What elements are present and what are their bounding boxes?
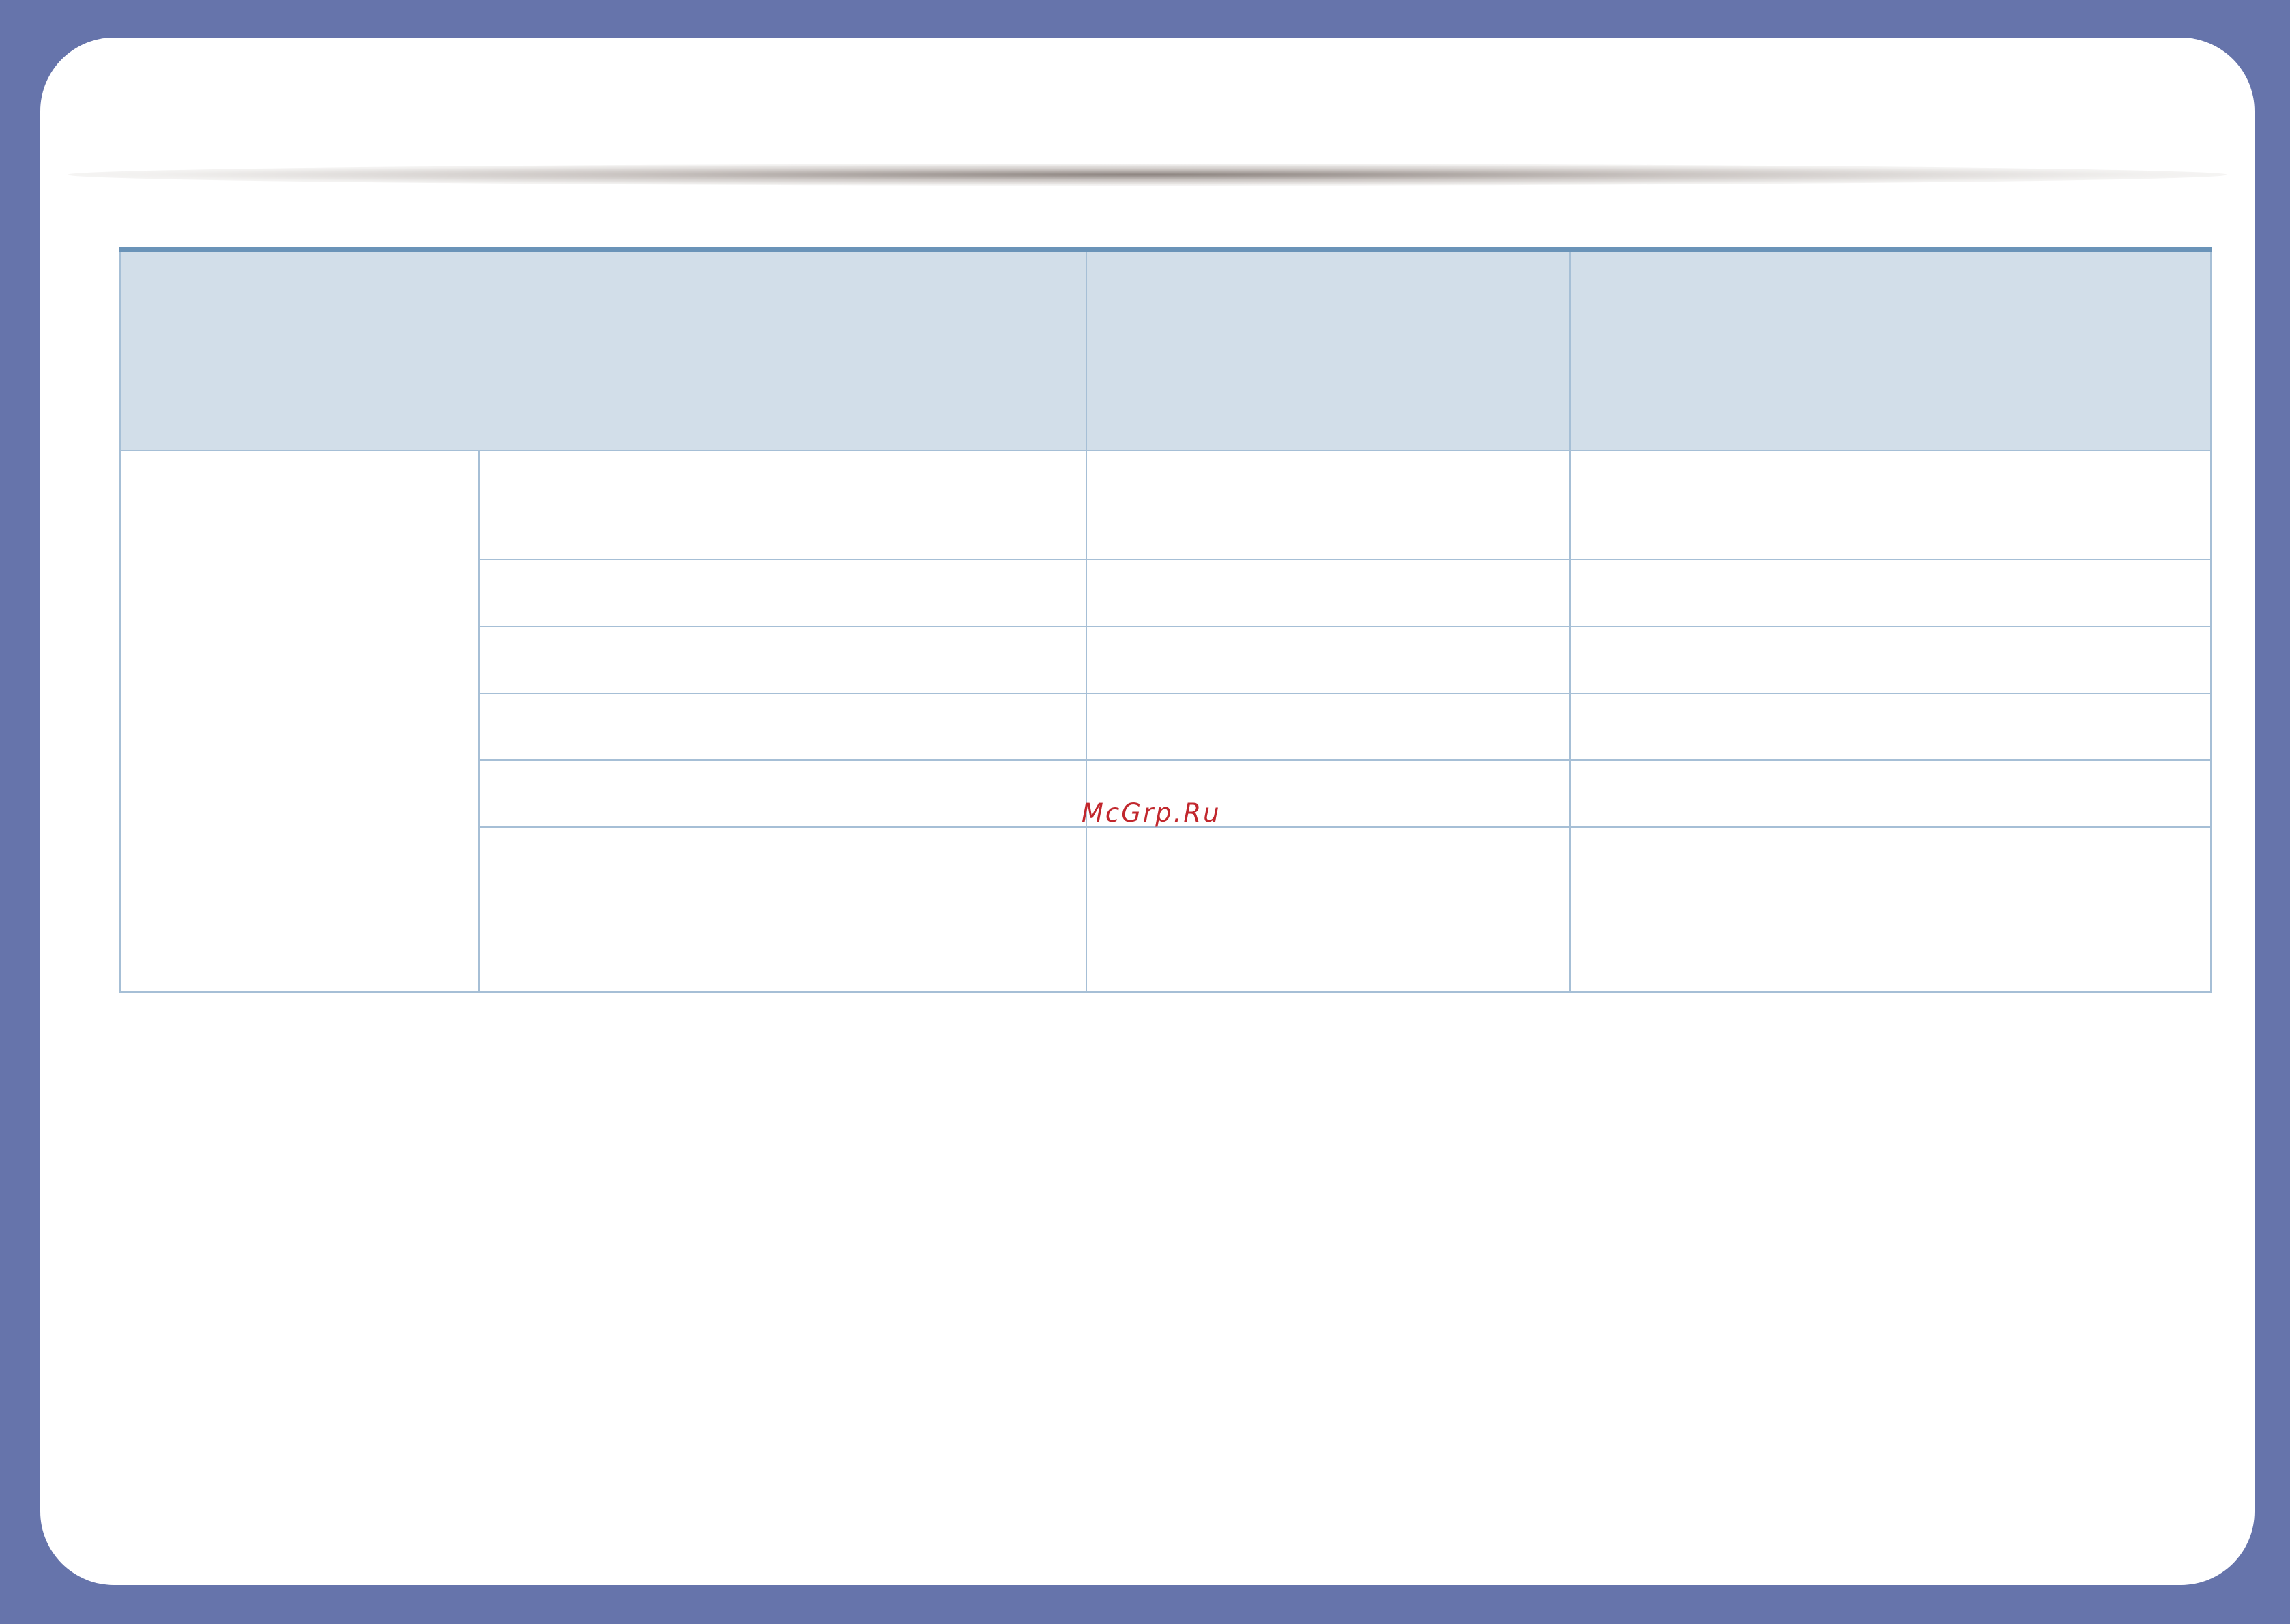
header-cell-col3 <box>1569 248 2212 451</box>
table-cell <box>478 693 1087 761</box>
table-cell <box>1086 626 1571 694</box>
table-cell <box>1569 826 2212 993</box>
table-cell <box>1086 450 1571 560</box>
table-cell <box>1086 559 1571 627</box>
table-cell <box>1086 693 1571 761</box>
header-divider <box>68 164 2227 186</box>
group-label-cell <box>119 450 480 993</box>
table-cell <box>478 759 1087 828</box>
table-cell <box>478 826 1087 993</box>
table-cell <box>1569 759 2212 828</box>
table-cell <box>478 559 1087 627</box>
header-cell-item <box>119 248 1087 451</box>
table-header-row <box>119 248 2212 451</box>
table-cell <box>1569 450 2212 560</box>
header-cell-col2 <box>1086 248 1571 451</box>
watermark-text: McGrp.Ru <box>1082 798 1221 828</box>
table-cell <box>1569 693 2212 761</box>
table-cell <box>478 626 1087 694</box>
table-cell <box>478 450 1087 560</box>
table-row <box>119 450 2212 993</box>
table-cell <box>1569 559 2212 627</box>
table-cell <box>1569 626 2212 694</box>
table-cell <box>1086 826 1571 993</box>
spec-table <box>119 247 2212 993</box>
